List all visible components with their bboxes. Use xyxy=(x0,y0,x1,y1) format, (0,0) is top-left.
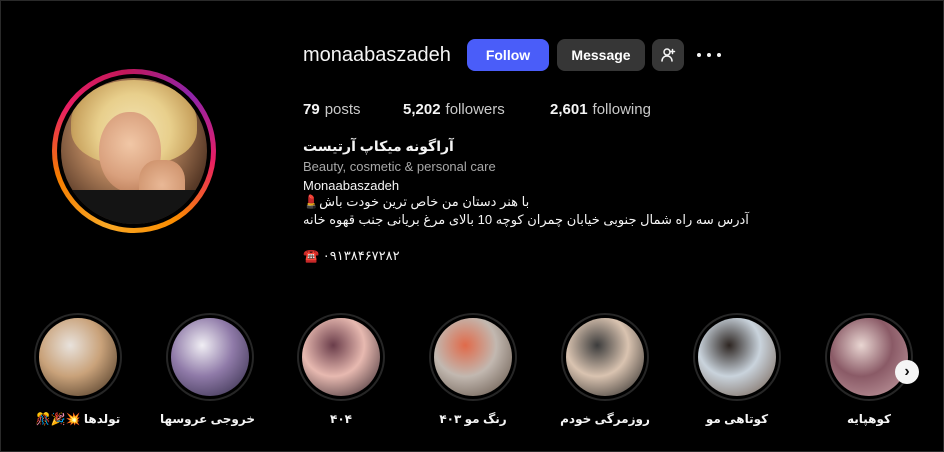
profile-avatar-story-ring[interactable] xyxy=(52,69,216,233)
message-button[interactable]: Message xyxy=(557,39,645,71)
followers-count: 5,202 xyxy=(403,101,441,118)
bio-display-name: آراگونه میکاپ آرتیست xyxy=(303,138,454,154)
highlight-cover-image[interactable] xyxy=(698,318,776,396)
highlight-cover-ring[interactable] xyxy=(297,313,385,401)
more-options-button[interactable] xyxy=(697,44,721,66)
highlight-label: رنگ مو ۴۰۳ xyxy=(439,412,507,426)
suggest-accounts-button[interactable] xyxy=(652,39,684,71)
highlight-item[interactable]: ۴۰۴ xyxy=(296,313,386,426)
highlight-item[interactable]: خروجی عروسها xyxy=(159,313,255,426)
highlight-cover-image[interactable] xyxy=(566,318,644,396)
following-label: following xyxy=(592,101,651,118)
bio-line-tagline: با هنر دستان من خاص ترین خودت باش💄 xyxy=(303,194,530,209)
bio-category: Beauty, cosmetic & personal care xyxy=(303,159,496,174)
followers-stat[interactable]: 5,202 followers xyxy=(403,101,505,118)
highlight-item[interactable]: رنگ مو ۴۰۳ xyxy=(428,313,518,426)
following-stat[interactable]: 2,601 following xyxy=(550,101,651,118)
highlight-cover-image[interactable] xyxy=(434,318,512,396)
highlight-cover-ring[interactable] xyxy=(693,313,781,401)
highlight-item[interactable]: روزمرگی خودم xyxy=(560,313,650,426)
person-add-icon xyxy=(661,48,676,62)
highlight-label: کوهپایه xyxy=(846,412,891,426)
highlight-label: ۴۰۴ xyxy=(330,412,352,426)
highlight-label: کوتاهی مو xyxy=(705,412,769,426)
highlight-item[interactable]: کوتاهی مو xyxy=(692,313,782,426)
highlight-label: روزمرگی خودم xyxy=(560,412,650,426)
highlight-cover-ring[interactable] xyxy=(429,313,517,401)
highlight-cover-ring[interactable] xyxy=(561,313,649,401)
profile-avatar[interactable] xyxy=(61,78,207,224)
highlight-cover-image[interactable] xyxy=(171,318,249,396)
highlight-item[interactable]: تولدها 💥🎉🎊 xyxy=(33,313,123,426)
highlight-cover-image[interactable] xyxy=(39,318,117,396)
highlight-label: تولدها 💥🎉🎊 xyxy=(35,412,121,426)
bio-phone: ☎️ ۰۹۱۳۸۴۶۷۲۸۲ xyxy=(303,248,400,263)
highlights-next-button[interactable]: › xyxy=(895,360,919,384)
highlight-cover-ring[interactable] xyxy=(34,313,122,401)
bio-line-address: آدرس سه راه شمال جنوبی خیابان چمران کوچه… xyxy=(303,212,749,227)
more-options-icon xyxy=(697,53,701,57)
highlight-cover-ring[interactable] xyxy=(825,313,913,401)
following-count: 2,601 xyxy=(550,101,588,118)
profile-username: monaabaszadeh xyxy=(303,44,451,66)
followers-label: followers xyxy=(445,101,505,118)
posts-count: 79 xyxy=(303,101,320,118)
follow-button[interactable]: Follow xyxy=(467,39,549,71)
highlight-label: خروجی عروسها xyxy=(159,412,255,426)
posts-stat: 79 posts xyxy=(303,101,361,118)
highlight-cover-image[interactable] xyxy=(302,318,380,396)
bio-handle: Monaabaszadeh xyxy=(303,178,400,193)
highlight-cover-image[interactable] xyxy=(830,318,908,396)
posts-label: posts xyxy=(324,101,361,118)
chevron-right-icon: › xyxy=(904,363,910,380)
highlight-cover-ring[interactable] xyxy=(166,313,254,401)
